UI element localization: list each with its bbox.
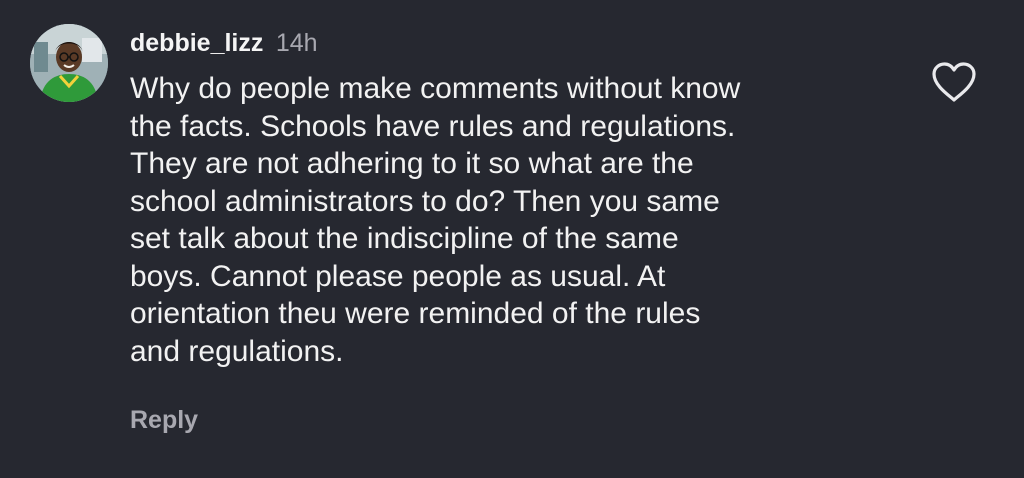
comment-line: They are not adhering to it so what are …	[130, 147, 694, 180]
avatar[interactable]	[30, 24, 108, 102]
comment-line: and regulations.	[130, 334, 344, 368]
comment-line: orientation theu were reminded of the ru…	[130, 297, 701, 330]
comment-line: the facts. Schools have rules and regula…	[130, 109, 736, 143]
comment-line: Why do people make comments without know	[130, 72, 741, 105]
comment-line: school administrators to do? Then you sa…	[130, 184, 720, 218]
like-button[interactable]	[930, 60, 978, 104]
avatar-image	[30, 24, 108, 102]
heart-outline-icon	[932, 62, 976, 102]
comment-line: boys. Cannot please people as usual. At	[130, 259, 666, 293]
comment-line: set talk about the indiscipline of the s…	[130, 222, 679, 255]
username[interactable]: debbie_lizz	[130, 29, 263, 57]
comment-meta: debbie_lizz 14h	[130, 26, 318, 60]
reply-button[interactable]: Reply	[130, 406, 198, 435]
comment-text: Why do people make comments without know…	[130, 70, 890, 370]
comment-item: debbie_lizz 14h Why do people make comme…	[0, 0, 1024, 478]
timestamp: 14h	[275, 29, 318, 57]
